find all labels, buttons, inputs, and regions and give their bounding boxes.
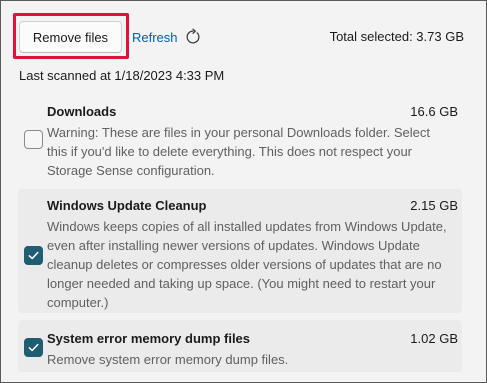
refresh-link[interactable]: Refresh (132, 27, 202, 47)
item-title: System error memory dump files (47, 331, 251, 346)
last-scanned-text: Last scanned at 1/18/2023 4:33 PM (19, 68, 225, 83)
item-description: Warning: These are files in your persona… (47, 125, 430, 178)
checkmark-icon (28, 343, 39, 352)
refresh-icon (186, 28, 199, 44)
item-size: 2.15 GB (410, 198, 458, 213)
item-description: Windows keeps copies of all installed up… (47, 219, 447, 310)
total-selected: Total selected: 3.73 GB (329, 29, 464, 44)
cleanup-panel: Remove files Refresh Total selected: 3.7… (0, 0, 487, 383)
memory-dump-checkbox[interactable] (24, 338, 43, 357)
item-title: Downloads (47, 104, 117, 119)
refresh-label: Refresh (132, 29, 178, 45)
list-item-windows-update-cleanup[interactable]: Windows Update Cleanup 2.15 GB Windows k… (18, 189, 462, 313)
downloads-checkbox[interactable] (24, 130, 43, 149)
list-item-system-error-dump[interactable]: System error memory dump files 1.02 GB R… (18, 320, 462, 372)
item-title: Windows Update Cleanup (47, 198, 207, 213)
windows-update-checkbox[interactable] (24, 246, 43, 265)
item-size: 1.02 GB (410, 331, 458, 346)
item-description: Remove system error memory dump files. (47, 352, 289, 367)
remove-files-button[interactable]: Remove files (19, 21, 122, 53)
list-item-downloads[interactable]: Downloads 16.6 GB Warning: These are fil… (18, 97, 462, 185)
checkmark-icon (28, 251, 39, 260)
item-size: 16.6 GB (410, 104, 458, 119)
